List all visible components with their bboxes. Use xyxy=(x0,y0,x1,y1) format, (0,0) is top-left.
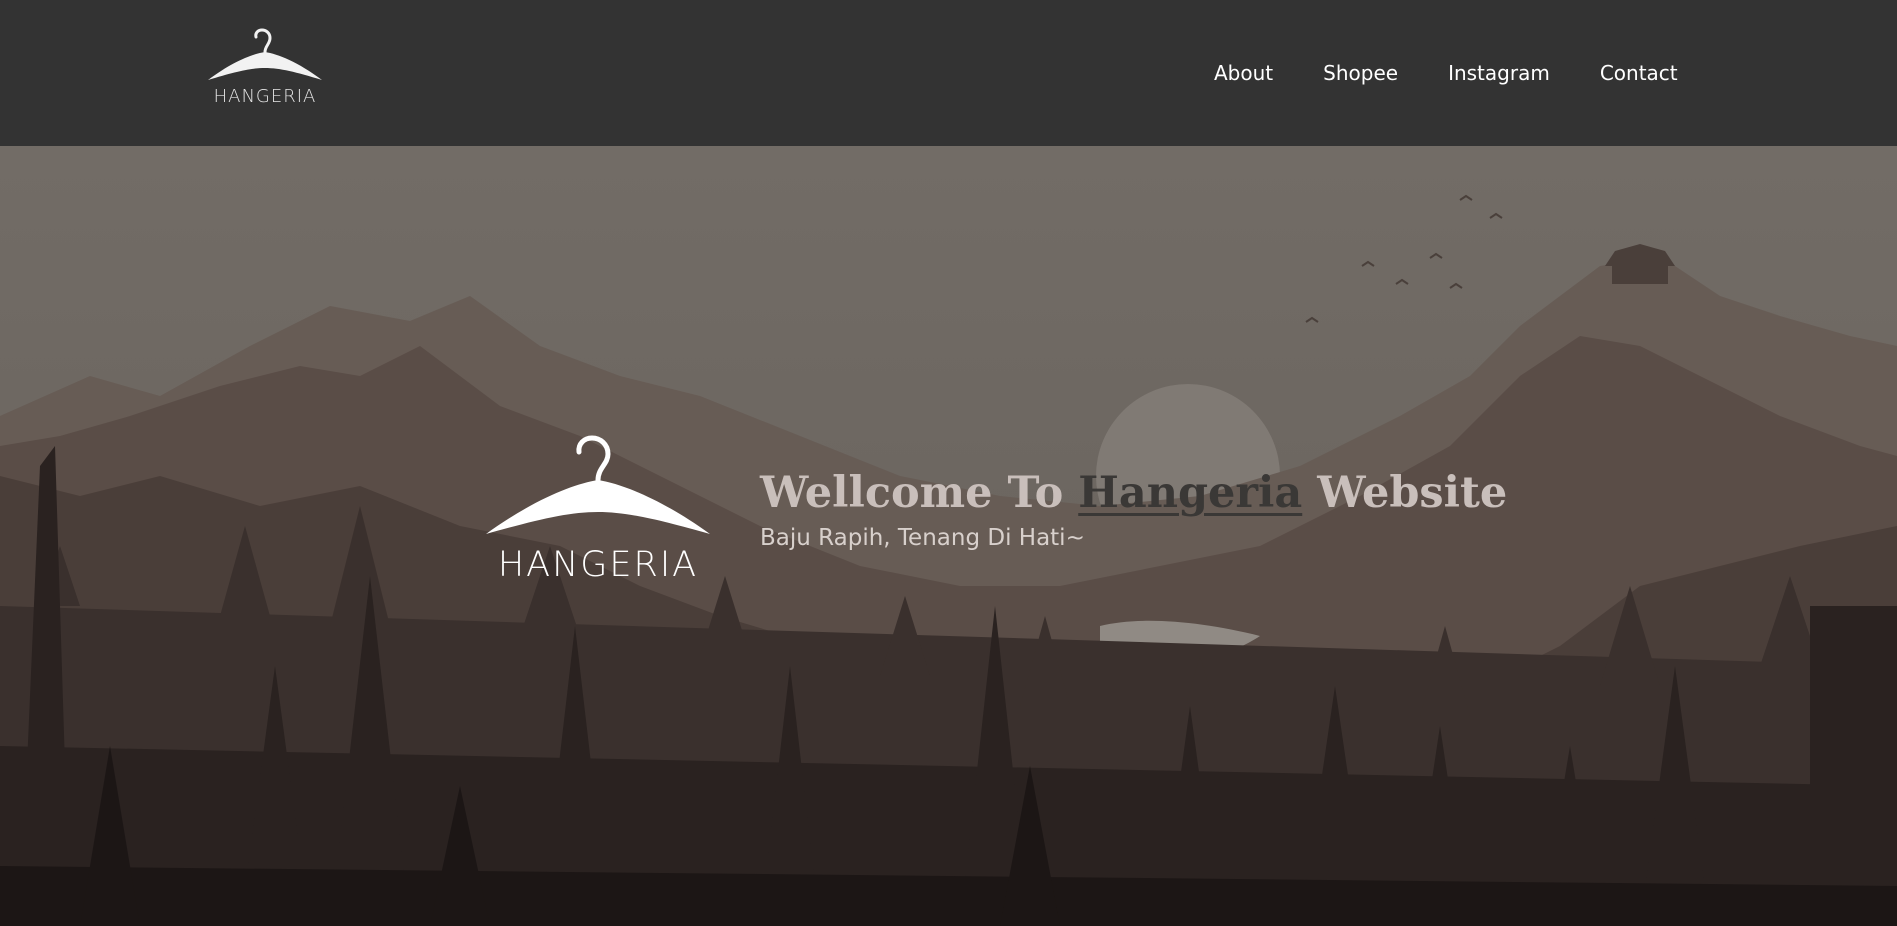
hero-title-brand-link[interactable]: Hangeria xyxy=(1078,468,1302,518)
nav-link-shopee[interactable]: Shopee xyxy=(1323,59,1398,87)
nav-link-contact[interactable]: Contact xyxy=(1600,59,1678,87)
hero-logo: HANGERIA xyxy=(478,434,718,594)
header-logo[interactable]: HANGERIA xyxy=(204,28,326,112)
hanger-icon xyxy=(486,435,710,534)
hero-logo-text: HANGERIA xyxy=(497,545,699,585)
main-nav: About Shopee Instagram Contact xyxy=(1214,58,1678,88)
nav-link-about[interactable]: About xyxy=(1214,59,1273,87)
hero-subtitle: Baju Rapih, Tenang Di Hati~ xyxy=(760,525,1085,551)
nav-link-instagram[interactable]: Instagram xyxy=(1448,59,1550,87)
hero-text: Wellcome To Hangeria Website Baju Rapih,… xyxy=(760,466,1520,554)
hero-title-prefix: Wellcome To xyxy=(760,468,1079,518)
hanger-icon xyxy=(208,28,322,80)
hero-title-suffix: Website xyxy=(1302,468,1508,518)
site-header: HANGERIA About Shopee Instagram Contact xyxy=(0,0,1897,146)
header-logo-text: HANGERIA xyxy=(213,86,317,107)
hero-section: HANGERIA Wellcome To Hangeria Website Ba… xyxy=(0,146,1897,926)
hero-title: Wellcome To Hangeria Website xyxy=(760,466,1520,520)
